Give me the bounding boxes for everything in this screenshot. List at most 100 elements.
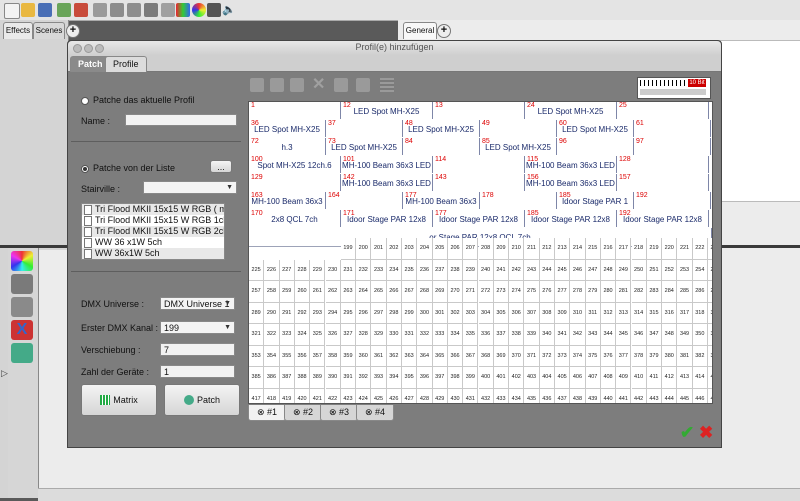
tab-effects[interactable]: Effects	[3, 22, 33, 39]
channel-cell[interactable]: 358	[325, 345, 341, 367]
tab-profile[interactable]: Profile	[105, 56, 147, 72]
channel-cell[interactable]: 334	[447, 324, 464, 346]
channel-cell[interactable]: 395	[402, 367, 418, 389]
channel-cell[interactable]: 368	[478, 345, 494, 367]
expand-arrow-icon[interactable]: ▷	[1, 368, 8, 379]
fixture-block[interactable]: 37	[326, 120, 403, 137]
channel-cell[interactable]: 372	[539, 345, 555, 367]
channel-cell[interactable]: 431	[463, 388, 479, 403]
channel-cell[interactable]: 363	[402, 345, 418, 367]
functions-icon[interactable]	[74, 3, 88, 17]
channel-cell[interactable]: 446	[692, 388, 708, 403]
fixture-block[interactable]: 85LED Spot MH-X25 12ch.7	[480, 138, 557, 172]
channel-cell[interactable]: 418	[264, 388, 280, 403]
channel-cell[interactable]: 308	[539, 302, 555, 324]
channel-cell[interactable]: 286	[692, 281, 708, 303]
channel-cell[interactable]: 405	[555, 367, 571, 389]
patch-grid[interactable]: 1 12LED Spot MH-X25 12ch.113 24LED Spot MH…	[248, 101, 713, 404]
channel-cell[interactable]: 248	[600, 259, 617, 281]
channel-cell[interactable]: 378	[631, 345, 647, 367]
channel-cell[interactable]: 399	[463, 367, 479, 389]
channel-cell[interactable]: 344	[600, 324, 617, 346]
radio-current-profile[interactable]	[81, 97, 89, 105]
channel-cell[interactable]: 213	[555, 238, 571, 260]
fixture-block[interactable]: 192Idoor Stage PAR 12x8 QCL 7ch	[617, 210, 709, 244]
channel-cell[interactable]: 419	[279, 388, 295, 403]
channel-cell[interactable]: 282	[631, 281, 647, 303]
channel-cell[interactable]: 400	[478, 367, 494, 389]
simple-desk-icon[interactable]	[127, 3, 141, 17]
channel-cell[interactable]: 436	[539, 388, 555, 403]
fixture-block[interactable]: 73LED Spot MH-X25 12ch.6	[326, 138, 403, 172]
channel-cell[interactable]: 369	[493, 345, 510, 367]
bit-indicator[interactable]: 10 Bit	[637, 77, 711, 99]
list-item[interactable]: WW 36x1W 5ch	[82, 248, 224, 259]
channel-cell[interactable]: 396	[417, 367, 433, 389]
channel-cell[interactable]: 214	[570, 238, 586, 260]
open-icon[interactable]	[21, 3, 35, 17]
copy-icon[interactable]	[250, 78, 264, 92]
fixture-block[interactable]: 84	[403, 138, 480, 155]
channel-cell[interactable]: 230	[325, 259, 341, 281]
color-wheel-icon[interactable]	[11, 251, 33, 271]
channel-cell[interactable]: 272	[478, 281, 494, 303]
channel-cell[interactable]: 274	[509, 281, 525, 303]
channel-cell[interactable]: 338	[509, 324, 525, 346]
channel-cell[interactable]: 390	[325, 367, 341, 389]
channel-cell[interactable]: 381	[677, 345, 693, 367]
channel-cell[interactable]: 225	[249, 259, 265, 281]
channel-cell[interactable]: 238	[447, 259, 464, 281]
redo-icon[interactable]	[356, 78, 370, 92]
channel-cell[interactable]: 312	[600, 302, 617, 324]
channel-cell[interactable]: 233	[371, 259, 387, 281]
channel-cell[interactable]: 409	[616, 367, 632, 389]
channel-cell[interactable]: 343	[585, 324, 601, 346]
add-general-tab-icon[interactable]: +	[437, 24, 451, 38]
fixture-block[interactable]: 177MH-100 Beam 36x3 LED 14ch.12	[403, 192, 480, 226]
channel-cell[interactable]: 247	[585, 259, 601, 281]
fixture-block[interactable]: 192	[634, 192, 711, 209]
channel-cell[interactable]: 257	[249, 281, 265, 303]
channel-cell[interactable]: 203	[402, 238, 418, 260]
channel-cell[interactable]: 307	[524, 302, 540, 324]
channel-cell[interactable]: 208	[478, 238, 494, 260]
fixture-block[interactable]: 164	[326, 192, 403, 209]
channel-cell[interactable]: 329	[371, 324, 387, 346]
channel-cell[interactable]: 385	[249, 367, 265, 389]
fixture-block[interactable]: 36LED Spot MH-X25 12ch.3	[249, 120, 326, 154]
fixture-block[interactable]: 157	[617, 174, 709, 191]
channel-cell[interactable]: 427	[402, 388, 418, 403]
channel-cell[interactable]: 227	[279, 259, 295, 281]
channel-cell[interactable]: 223	[708, 238, 712, 260]
profile-list[interactable]: Tri Flood MKII 15x15 W RGB ( mod Tri Flo…	[81, 203, 225, 260]
channel-cell[interactable]: 244	[539, 259, 555, 281]
channel-cell[interactable]: 279	[585, 281, 601, 303]
channel-cell[interactable]: 313	[616, 302, 632, 324]
channel-cell[interactable]: 411	[646, 367, 663, 389]
fixture-block[interactable]: 170 2x8 QCL 7ch	[249, 210, 341, 227]
channel-cell[interactable]: 335	[463, 324, 479, 346]
channel-cell[interactable]: 332	[417, 324, 433, 346]
channel-cell[interactable]: 402	[509, 367, 525, 389]
channel-cell[interactable]: 273	[493, 281, 510, 303]
channel-cell[interactable]: 234	[386, 259, 402, 281]
channel-cell[interactable]: 319	[708, 302, 712, 324]
channel-cell[interactable]: 394	[386, 367, 402, 389]
cancel-icon[interactable]: ✖	[699, 424, 713, 441]
channel-cell[interactable]: 202	[386, 238, 402, 260]
channel-cell[interactable]: 306	[509, 302, 525, 324]
channel-cell[interactable]: 303	[463, 302, 479, 324]
channel-cell[interactable]: 331	[402, 324, 418, 346]
channel-cell[interactable]: 337	[493, 324, 510, 346]
channel-cell[interactable]: 242	[509, 259, 525, 281]
channel-cell[interactable]: 326	[325, 324, 341, 346]
channel-cell[interactable]: 348	[662, 324, 678, 346]
matrix-button[interactable]: Matrix	[81, 384, 157, 416]
channel-cell[interactable]: 299	[402, 302, 418, 324]
channel-cell[interactable]: 289	[249, 302, 265, 324]
channel-cell[interactable]: 254	[692, 259, 708, 281]
channel-cell[interactable]: 229	[310, 259, 326, 281]
save-icon[interactable]	[38, 3, 52, 17]
channel-cell[interactable]: 222	[692, 238, 708, 260]
fixture-block[interactable]: 142MH-100 Beam 36x3 LED 14ch.9	[341, 174, 433, 208]
